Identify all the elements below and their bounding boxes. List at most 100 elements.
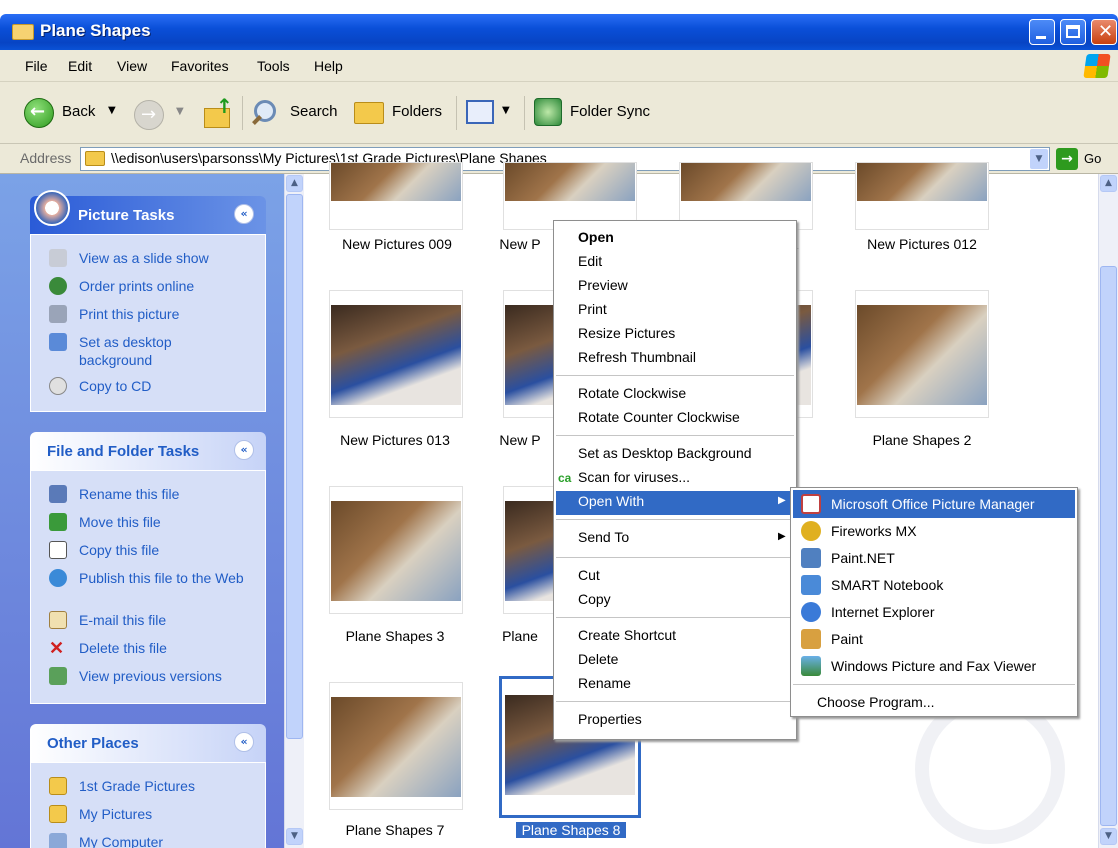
maximize-button[interactable] bbox=[1060, 19, 1086, 45]
menu-item-preview[interactable]: Preview bbox=[578, 277, 628, 293]
open-with-picture-fax-viewer[interactable]: Windows Picture and Fax Viewer bbox=[831, 658, 1036, 674]
open-with-smart-notebook[interactable]: SMART Notebook bbox=[831, 577, 943, 593]
thumbnail[interactable] bbox=[329, 486, 463, 614]
thumbnail-caption[interactable]: Plane Shapes 3 bbox=[315, 628, 475, 644]
open-with-paint[interactable]: Paint bbox=[831, 631, 863, 647]
thumbnail-caption[interactable]: New P bbox=[480, 236, 560, 252]
picture-manager-icon bbox=[801, 494, 821, 514]
task-rename[interactable]: Rename this file bbox=[49, 485, 179, 503]
rename-icon bbox=[49, 485, 67, 503]
task-pane: Picture Tasks « View as a slide show Ord… bbox=[0, 174, 284, 848]
open-with-fireworks[interactable]: Fireworks MX bbox=[831, 523, 917, 539]
menu-tools[interactable]: Tools bbox=[257, 58, 290, 74]
scroll-down-arrow-icon[interactable]: ▼ bbox=[1100, 828, 1117, 845]
other-places-header[interactable]: Other Places « bbox=[30, 724, 266, 762]
minimize-button[interactable] bbox=[1029, 19, 1055, 45]
menu-item-rotate-ccw[interactable]: Rotate Counter Clockwise bbox=[578, 409, 740, 425]
menu-item-send-to[interactable]: Send To bbox=[578, 529, 629, 545]
collapse-chevron-icon[interactable]: « bbox=[234, 440, 254, 460]
scroll-up-arrow-icon[interactable]: ▲ bbox=[286, 175, 303, 192]
views-button[interactable]: ▼ bbox=[464, 98, 520, 128]
task-copy[interactable]: Copy this file bbox=[49, 541, 159, 559]
thumbnail-caption[interactable]: New Pictures 012 bbox=[842, 236, 1002, 252]
menu-edit[interactable]: Edit bbox=[68, 58, 92, 74]
task-set-background[interactable]: Set as desktop background bbox=[49, 333, 199, 369]
menu-separator bbox=[556, 557, 794, 558]
thumbnail[interactable] bbox=[855, 290, 989, 418]
forward-button[interactable]: → bbox=[134, 100, 164, 130]
menu-item-resize[interactable]: Resize Pictures bbox=[578, 325, 675, 341]
menu-item-rename[interactable]: Rename bbox=[578, 675, 631, 691]
menu-item-open-with[interactable]: Open With bbox=[578, 493, 644, 509]
search-button[interactable]: Search bbox=[250, 96, 342, 130]
scroll-down-arrow-icon[interactable]: ▼ bbox=[286, 828, 303, 845]
collapse-chevron-icon[interactable]: « bbox=[234, 204, 254, 224]
menu-item-copy[interactable]: Copy bbox=[578, 591, 611, 607]
task-pane-scrollbar[interactable]: ▲ ▼ bbox=[284, 174, 304, 848]
menu-item-properties[interactable]: Properties bbox=[578, 711, 642, 727]
menu-help[interactable]: Help bbox=[314, 58, 343, 74]
scroll-thumb[interactable] bbox=[286, 194, 303, 739]
open-with-choose-program[interactable]: Choose Program... bbox=[817, 694, 935, 710]
up-folder-button[interactable]: ↑ bbox=[202, 94, 236, 130]
task-delete[interactable]: ✕ Delete this file bbox=[49, 639, 167, 657]
menu-item-cut[interactable]: Cut bbox=[578, 567, 600, 583]
place-1st-grade-pictures[interactable]: 1st Grade Pictures bbox=[49, 777, 195, 795]
folder-sync-button[interactable]: Folder Sync bbox=[532, 96, 662, 130]
thumbnail[interactable] bbox=[855, 162, 989, 230]
thumbnail-caption[interactable]: Plane Shapes 7 bbox=[315, 822, 475, 838]
thumbnail[interactable] bbox=[329, 162, 463, 230]
file-folder-tasks-header[interactable]: File and Folder Tasks « bbox=[30, 432, 266, 470]
thumbnail-caption[interactable]: New P bbox=[480, 432, 560, 448]
open-with-paint-net[interactable]: Paint.NET bbox=[831, 550, 895, 566]
thumbnail-caption[interactable]: New Pictures 009 bbox=[317, 236, 477, 252]
close-button[interactable]: ✕ bbox=[1091, 19, 1117, 45]
task-previous-versions[interactable]: View previous versions bbox=[49, 667, 222, 685]
window-title: Plane Shapes bbox=[40, 21, 151, 40]
go-button[interactable]: → Go bbox=[1056, 148, 1112, 170]
thumbnail-caption-selected[interactable]: Plane Shapes 8 bbox=[516, 822, 626, 838]
task-publish[interactable]: Publish this file to the Web bbox=[49, 569, 249, 587]
menu-item-create-shortcut[interactable]: Create Shortcut bbox=[578, 627, 676, 643]
menu-item-set-bg[interactable]: Set as Desktop Background bbox=[578, 445, 752, 461]
thumbnail-caption[interactable]: New Pictures 013 bbox=[315, 432, 475, 448]
thumbnail[interactable] bbox=[329, 682, 463, 810]
menu-separator bbox=[793, 684, 1075, 685]
collapse-chevron-icon[interactable]: « bbox=[234, 732, 254, 752]
menu-item-scan[interactable]: Scan for viruses... bbox=[578, 469, 690, 485]
menu-item-edit[interactable]: Edit bbox=[578, 253, 602, 269]
scroll-thumb[interactable] bbox=[1100, 266, 1117, 826]
open-with-picture-manager[interactable]: Microsoft Office Picture Manager bbox=[831, 496, 1035, 512]
file-list-scrollbar[interactable]: ▲ ▼ bbox=[1098, 174, 1118, 848]
go-arrow-icon: → bbox=[1056, 148, 1078, 170]
forward-dropdown-icon[interactable]: ▼ bbox=[176, 106, 184, 117]
menu-item-delete[interactable]: Delete bbox=[578, 651, 618, 667]
back-button[interactable]: ← Back ▼ bbox=[20, 96, 130, 130]
menu-file[interactable]: File bbox=[25, 58, 48, 74]
folders-button[interactable]: Folders bbox=[352, 96, 448, 130]
thumbnail-caption[interactable]: Plane bbox=[480, 628, 560, 644]
place-my-pictures[interactable]: My Pictures bbox=[49, 805, 152, 823]
task-slideshow[interactable]: View as a slide show bbox=[49, 249, 209, 267]
menu-view[interactable]: View bbox=[117, 58, 147, 74]
menu-item-open[interactable]: Open bbox=[578, 229, 614, 245]
thumbnail-caption[interactable]: Plane Shapes 2 bbox=[842, 432, 1002, 448]
place-my-computer[interactable]: My Computer bbox=[49, 833, 163, 848]
task-print[interactable]: Print this picture bbox=[49, 305, 179, 323]
menu-item-print[interactable]: Print bbox=[578, 301, 607, 317]
menu-favorites[interactable]: Favorites bbox=[171, 58, 229, 74]
task-copy-cd[interactable]: Copy to CD bbox=[49, 377, 151, 395]
task-move[interactable]: Move this file bbox=[49, 513, 161, 531]
menu-item-refresh[interactable]: Refresh Thumbnail bbox=[578, 349, 696, 365]
task-email[interactable]: E-mail this file bbox=[49, 611, 166, 629]
desktop-background-icon bbox=[49, 333, 67, 351]
menu-item-rotate-cw[interactable]: Rotate Clockwise bbox=[578, 385, 686, 401]
task-order-prints[interactable]: Order prints online bbox=[49, 277, 194, 295]
submenu-arrow-icon: ▶ bbox=[778, 495, 786, 506]
scroll-up-arrow-icon[interactable]: ▲ bbox=[1100, 175, 1117, 192]
address-dropdown-button[interactable]: ▼ bbox=[1030, 149, 1048, 169]
menu-separator bbox=[556, 435, 794, 436]
thumbnail[interactable] bbox=[329, 290, 463, 418]
picture-tasks-header[interactable]: Picture Tasks « bbox=[30, 190, 266, 234]
open-with-internet-explorer[interactable]: Internet Explorer bbox=[831, 604, 935, 620]
